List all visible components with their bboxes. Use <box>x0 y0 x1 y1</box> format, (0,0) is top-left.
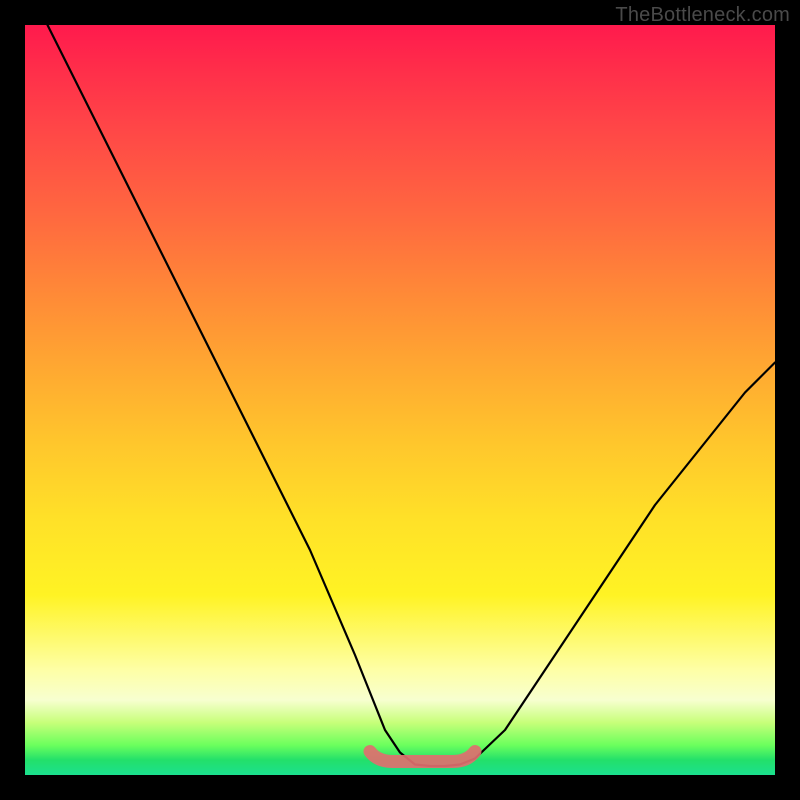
watermark-text: TheBottleneck.com <box>615 4 790 27</box>
chart-background-gradient <box>25 25 775 775</box>
chart-frame: TheBottleneck.com <box>0 0 800 800</box>
